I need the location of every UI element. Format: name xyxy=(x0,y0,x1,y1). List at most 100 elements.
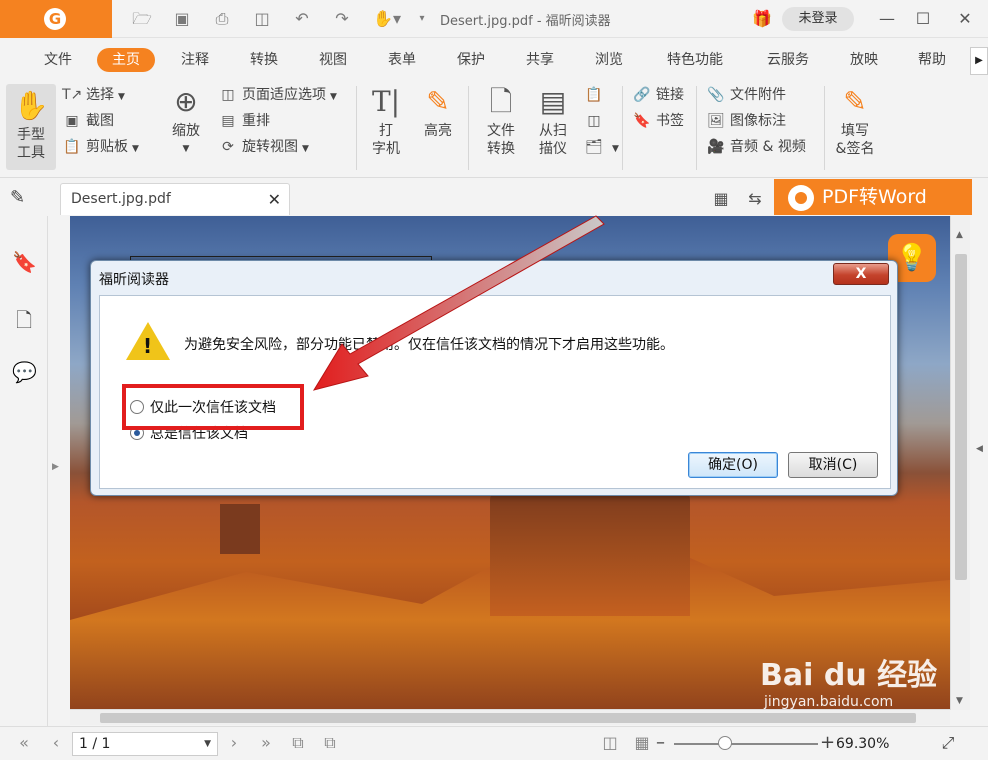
compare-icon[interactable]: ⇆ xyxy=(744,189,766,211)
ribbon-separator xyxy=(824,86,825,170)
page-dropdown-icon[interactable]: ▼ xyxy=(204,733,211,755)
maximize-icon[interactable]: ☐ xyxy=(912,8,934,30)
prev-view-icon[interactable]: ⧉ xyxy=(288,733,308,753)
menu-slideshow[interactable]: 放映 xyxy=(844,48,884,72)
save-icon[interactable]: ▣ xyxy=(172,9,192,29)
file-attachment-button[interactable]: 📎 文件附件 xyxy=(706,84,786,106)
from-scanner-button[interactable]: ▤ 从扫 描仪 xyxy=(530,84,576,158)
link-button[interactable]: 🔗 链接 xyxy=(632,84,684,106)
ok-button[interactable]: 确定(O) xyxy=(688,452,778,478)
document-tab[interactable]: Desert.jpg.pdf ✕ xyxy=(60,183,290,215)
grid-view-icon[interactable]: ▦ xyxy=(710,189,732,211)
menu-scroll-right-icon[interactable]: ▶ xyxy=(970,47,988,75)
menu-features[interactable]: 特色功能 xyxy=(660,48,730,72)
annotation-highlight-box xyxy=(122,384,304,430)
menu-share[interactable]: 共享 xyxy=(520,48,560,72)
zoom-slider-knob[interactable] xyxy=(718,736,732,750)
fill-sign-button[interactable]: ✎ 填写 &签名 xyxy=(832,84,878,158)
sign-pen-icon: ✎ xyxy=(843,85,867,118)
horizontal-scrollbar[interactable] xyxy=(70,709,950,725)
pages-panel-icon[interactable]: 🗋 xyxy=(12,306,36,332)
clipboard-icon: 📋 xyxy=(63,139,81,155)
first-page-icon[interactable]: « xyxy=(14,733,34,753)
add-page-icon[interactable]: ◫ xyxy=(584,110,608,132)
zoom-in-status-icon[interactable]: + xyxy=(820,732,835,753)
page-fit-button[interactable]: ◫ 页面适应选项 ▼ xyxy=(218,84,337,106)
next-view-icon[interactable]: ⧉ xyxy=(320,733,340,753)
pdf-to-word-button[interactable]: PDF转Word xyxy=(774,179,972,215)
ribbon-separator xyxy=(356,86,357,170)
fullscreen-icon[interactable]: ⤢ xyxy=(938,733,958,753)
typewriter-button[interactable]: T| 打 字机 xyxy=(366,84,406,158)
cancel-button[interactable]: 取消(C) xyxy=(788,452,878,478)
bookmark-button[interactable]: 🔖 书签 xyxy=(632,110,684,132)
dialog-close-button[interactable]: X xyxy=(833,263,889,285)
file-convert-button[interactable]: 🗋 文件 转换 xyxy=(478,84,524,158)
title-bar: G 🗁 ▣ ⎙ ◫ ↶ ↷ ✋▾ ▾ Desert.jpg.pdf - 福昕阅读… xyxy=(0,0,988,38)
next-page-icon[interactable]: › xyxy=(224,733,244,753)
highlighter-icon: ✎ xyxy=(426,85,450,118)
menu-protect[interactable]: 保护 xyxy=(451,48,491,72)
menu-convert[interactable]: 转换 xyxy=(244,48,284,72)
highlight-button[interactable]: ✎ 高亮 xyxy=(418,84,458,140)
zoom-button[interactable]: ⊕ 缩放 ▼ xyxy=(168,84,204,158)
close-tab-icon[interactable]: ✕ xyxy=(268,190,281,209)
ribbon-separator xyxy=(468,86,469,170)
horizontal-scroll-thumb[interactable] xyxy=(100,713,916,723)
rotate-icon: ⟳ xyxy=(222,139,234,155)
hand-tool-button[interactable]: ✋ 手型 工具 xyxy=(6,84,56,170)
menu-home[interactable]: 主页 xyxy=(97,48,155,72)
gift-icon[interactable]: 🎁 xyxy=(752,9,772,29)
menu-form[interactable]: 表单 xyxy=(382,48,422,72)
two-page-view-icon[interactable]: ◫ xyxy=(600,733,620,753)
clipboard-button[interactable]: 📋 剪贴板 ▼ xyxy=(62,136,139,158)
undo-icon[interactable]: ↶ xyxy=(292,9,312,29)
new-page-icon[interactable]: ◫ xyxy=(252,9,272,29)
prev-page-icon[interactable]: ‹ xyxy=(46,733,66,753)
menu-comment[interactable]: 注释 xyxy=(175,48,215,72)
zoom-value[interactable]: 69.30% xyxy=(834,732,930,756)
zoom-out-icon[interactable]: – xyxy=(656,732,665,753)
expand-right-panel-icon[interactable]: ◀ xyxy=(976,444,983,454)
menu-cloud[interactable]: 云服务 xyxy=(758,48,818,72)
minimize-icon[interactable]: — xyxy=(876,8,898,30)
foxit-logo-icon: G xyxy=(44,8,66,30)
customize-quick-access-icon[interactable]: ▾ xyxy=(416,9,428,29)
hand-dropdown-icon[interactable]: ✋▾ xyxy=(372,9,402,29)
last-page-icon[interactable]: » xyxy=(256,733,276,753)
typewriter-label: 打 字机 xyxy=(372,123,400,157)
eraser-icon[interactable]: ✎ xyxy=(10,187,32,209)
redo-icon[interactable]: ↷ xyxy=(332,9,352,29)
page-number-field[interactable]: 1 / 1 ▼ xyxy=(72,732,218,756)
expand-sidebar-icon[interactable]: ▶ xyxy=(52,462,59,472)
vertical-scrollbar[interactable]: ▲ ▼ xyxy=(950,216,970,710)
scanner-icon: ▤ xyxy=(539,85,567,118)
hand-icon: ✋ xyxy=(13,89,49,122)
menu-browse[interactable]: 浏览 xyxy=(589,48,629,72)
audio-video-button[interactable]: 🎥 音频 & 视频 xyxy=(706,136,806,158)
login-button[interactable]: 未登录 xyxy=(782,7,854,31)
clipboard-page-icon[interactable]: 📋 xyxy=(584,84,608,106)
bookmark-panel-icon[interactable]: 🔖 xyxy=(12,250,37,274)
more-create-icon[interactable]: 🗂 ▼ xyxy=(584,136,619,158)
reflow-button[interactable]: ▤ 重排 xyxy=(218,110,270,132)
print-icon[interactable]: ⎙ xyxy=(212,9,232,29)
menu-file[interactable]: 文件 xyxy=(38,48,78,72)
vertical-scroll-thumb[interactable] xyxy=(955,254,967,580)
image-annotation-button[interactable]: 🖼 图像标注 xyxy=(706,110,786,132)
rotate-view-button[interactable]: ⟳ 旋转视图 ▼ xyxy=(218,136,309,158)
zoom-slider[interactable] xyxy=(674,743,818,745)
comments-panel-icon[interactable]: 💬 xyxy=(12,360,37,384)
close-window-icon[interactable]: ✕ xyxy=(954,8,976,30)
menu-help[interactable]: 帮助 xyxy=(912,48,952,72)
scroll-down-icon[interactable]: ▼ xyxy=(956,696,963,706)
scroll-up-icon[interactable]: ▲ xyxy=(956,230,963,240)
continuous-view-icon[interactable]: ▦ xyxy=(632,733,652,753)
menu-view[interactable]: 视图 xyxy=(313,48,353,72)
open-folder-icon[interactable]: 🗁 xyxy=(132,9,152,29)
select-button[interactable]: T↗ 选择 ▼ xyxy=(62,84,125,106)
attachment-icon: 📎 xyxy=(707,87,725,103)
snapshot-button[interactable]: ▣ 截图 xyxy=(62,110,114,132)
highlight-label: 高亮 xyxy=(424,123,452,139)
app-logo[interactable]: G xyxy=(0,0,112,38)
